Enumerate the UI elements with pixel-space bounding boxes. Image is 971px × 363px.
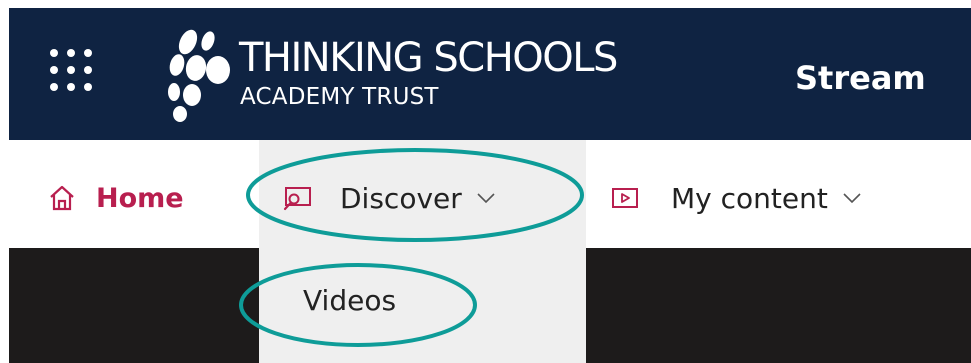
nav-discover-label: Discover: [340, 181, 462, 215]
app-name[interactable]: Stream: [795, 62, 926, 94]
brand-subtitle: ACADEMY TRUST: [240, 84, 439, 110]
chevron-down-icon: [477, 193, 495, 204]
home-icon: [50, 185, 74, 211]
app-launcher-icon[interactable]: [50, 49, 94, 93]
nav-my-content[interactable]: My content: [611, 180, 862, 216]
nav-bar: Home Discover My content: [0, 140, 971, 248]
top-header: THINKING SCHOOLS ACADEMY TRUST Stream: [9, 8, 971, 140]
brand-title: THINKING SCHOOLS: [239, 35, 618, 81]
brand-logo-icon: [168, 29, 230, 122]
dropdown-item-videos[interactable]: Videos: [303, 284, 396, 317]
nav-discover[interactable]: Discover: [282, 180, 496, 216]
nav-my-content-label: My content: [671, 181, 828, 215]
discover-icon: [283, 187, 311, 211]
video-play-icon: [612, 188, 638, 208]
nav-home[interactable]: Home: [48, 180, 184, 216]
discover-dropdown: Videos: [259, 248, 586, 363]
nav-home-label: Home: [96, 182, 184, 214]
chevron-down-icon: [843, 193, 861, 204]
